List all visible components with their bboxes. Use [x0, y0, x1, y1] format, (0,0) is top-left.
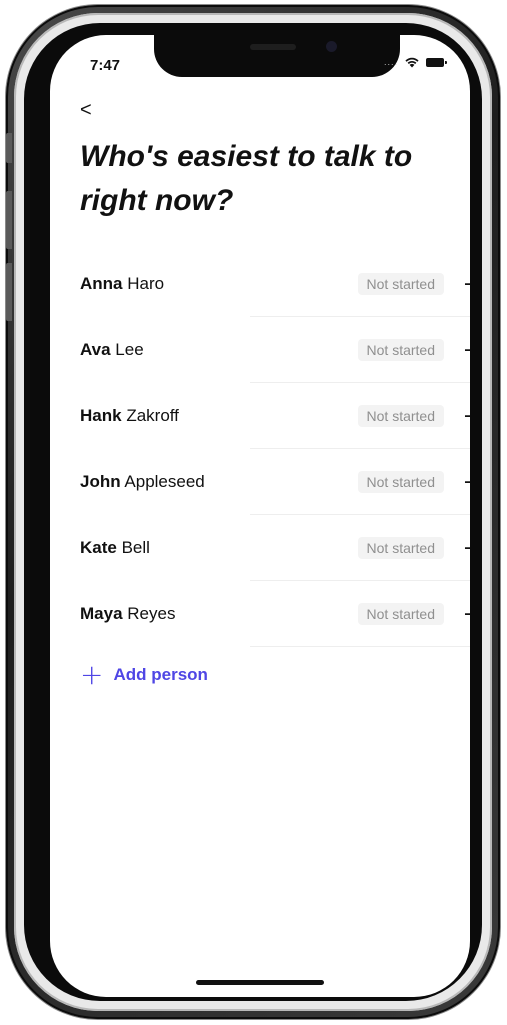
volume-up-button [6, 191, 12, 249]
home-indicator[interactable] [196, 980, 324, 985]
person-first-name: Ava [80, 340, 111, 359]
person-row-kate-bell[interactable]: Kate Bell Not started → [80, 515, 470, 581]
person-row-ava-lee[interactable]: Ava Lee Not started → [80, 317, 470, 383]
person-row-hank-zakroff[interactable]: Hank Zakroff Not started → [80, 383, 470, 449]
front-camera [326, 41, 337, 52]
arrow-right-icon[interactable]: → [456, 602, 470, 627]
people-list: Anna Haro Not started → Ava Lee Not star… [80, 251, 470, 647]
add-person-button[interactable]: + Add person [80, 661, 208, 689]
page-title: Who's easiest to talk to right now? [80, 140, 413, 217]
person-name: Hank Zakroff [80, 406, 358, 426]
person-last-name: Zakroff [126, 406, 179, 425]
person-name: Anna Haro [80, 274, 358, 294]
add-person-label: Add person [113, 665, 208, 684]
person-row-john-appleseed[interactable]: John Appleseed Not started → [80, 449, 470, 515]
arrow-right-icon[interactable]: → [456, 404, 470, 429]
status-badge: Not started [357, 339, 444, 361]
person-first-name: Maya [80, 604, 123, 623]
status-badge: Not started [357, 537, 444, 559]
wifi-icon [405, 57, 419, 68]
arrow-right-icon[interactable]: → [456, 470, 470, 495]
status-badge: Not started [357, 603, 444, 625]
status-time: 7:47 [90, 57, 121, 74]
status-badge: Not started [357, 405, 444, 427]
person-last-name: Appleseed [124, 472, 205, 491]
status-badge: Not started [357, 471, 444, 493]
phone-frame: 7:47 .... < Who's easiest to talk to rig… [6, 5, 500, 1019]
mute-switch [6, 133, 12, 163]
app-screen: 7:47 .... < Who's easiest to talk to rig… [50, 35, 470, 997]
person-last-name: Reyes [127, 604, 176, 623]
person-name: Maya Reyes [80, 604, 358, 624]
speaker-grille [250, 44, 296, 50]
person-row-maya-reyes[interactable]: Maya Reyes Not started → [80, 581, 470, 647]
person-last-name: Lee [115, 340, 144, 359]
signal-icon: .... [383, 57, 398, 67]
status-badge: Not started [357, 273, 444, 295]
notch [154, 35, 400, 77]
person-name: Kate Bell [80, 538, 358, 558]
arrow-right-icon[interactable]: → [456, 272, 470, 297]
person-first-name: Kate [80, 538, 117, 557]
volume-down-button [6, 263, 12, 321]
person-first-name: John [80, 472, 121, 491]
status-icons: .... [383, 56, 447, 68]
battery-icon [426, 57, 447, 67]
arrow-right-icon[interactable]: → [456, 338, 470, 363]
person-first-name: Hank [80, 406, 122, 425]
plus-icon: + [80, 658, 104, 691]
person-row-anna-haro[interactable]: Anna Haro Not started → [80, 251, 470, 317]
person-name: John Appleseed [80, 472, 358, 492]
arrow-right-icon[interactable]: → [456, 536, 470, 561]
person-last-name: Bell [121, 538, 150, 557]
person-last-name: Haro [127, 274, 165, 293]
back-button[interactable]: < [80, 99, 92, 122]
person-name: Ava Lee [80, 340, 358, 360]
person-first-name: Anna [80, 274, 123, 293]
